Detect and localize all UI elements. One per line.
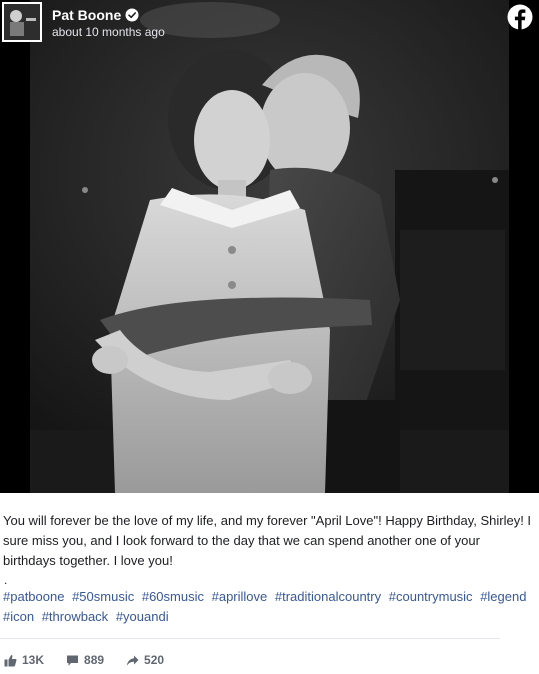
stats-divider (0, 638, 500, 639)
hashtag-link[interactable]: #legend (480, 589, 526, 604)
post-caption: You will forever be the love of my life,… (3, 513, 532, 568)
hashtag-link[interactable]: #50smusic (72, 589, 134, 604)
share-arrow-icon (126, 655, 139, 666)
hashtag-link[interactable]: #youandi (116, 609, 169, 624)
verified-badge-icon (125, 8, 139, 22)
couple-photo (0, 0, 539, 493)
avatar-icon (4, 4, 40, 40)
shares-count: 520 (144, 653, 165, 667)
shares-stat[interactable]: 520 (126, 653, 164, 667)
photo-border-left (0, 0, 30, 493)
likes-count: 13K (22, 653, 45, 667)
comment-icon (67, 655, 79, 666)
post-timestamp[interactable]: about 10 months ago (52, 25, 165, 40)
hashtag-link[interactable]: #countrymusic (389, 589, 473, 604)
comments-stat[interactable]: 889 (66, 653, 104, 667)
thumbs-up-icon (4, 654, 17, 666)
photo-border-right (509, 0, 539, 493)
hashtag-link[interactable]: #aprillove (212, 589, 268, 604)
facebook-logo-icon[interactable] (507, 4, 533, 30)
author-name-row: Pat Boone (52, 6, 139, 24)
hashtag-link[interactable]: #throwback (42, 609, 108, 624)
avatar[interactable] (2, 2, 42, 42)
hashtag-link[interactable]: #60smusic (142, 589, 204, 604)
hashtag-link[interactable]: #icon (3, 609, 34, 624)
author-name[interactable]: Pat Boone (52, 6, 121, 24)
post-photo[interactable] (0, 0, 539, 493)
likes-stat[interactable]: 13K (4, 653, 44, 667)
hashtag-link[interactable]: #patboone (3, 589, 64, 604)
engagement-stats: 13K 889 520 (4, 650, 186, 670)
hashtag-link[interactable]: #traditionalcountry (275, 589, 381, 604)
post-header: Pat Boone about 10 months ago (0, 0, 539, 50)
hashtag-list: #patboone #50smusic #60smusic #aprillove… (3, 587, 533, 627)
comments-count: 889 (84, 653, 105, 667)
caption-separator: . (4, 573, 8, 587)
